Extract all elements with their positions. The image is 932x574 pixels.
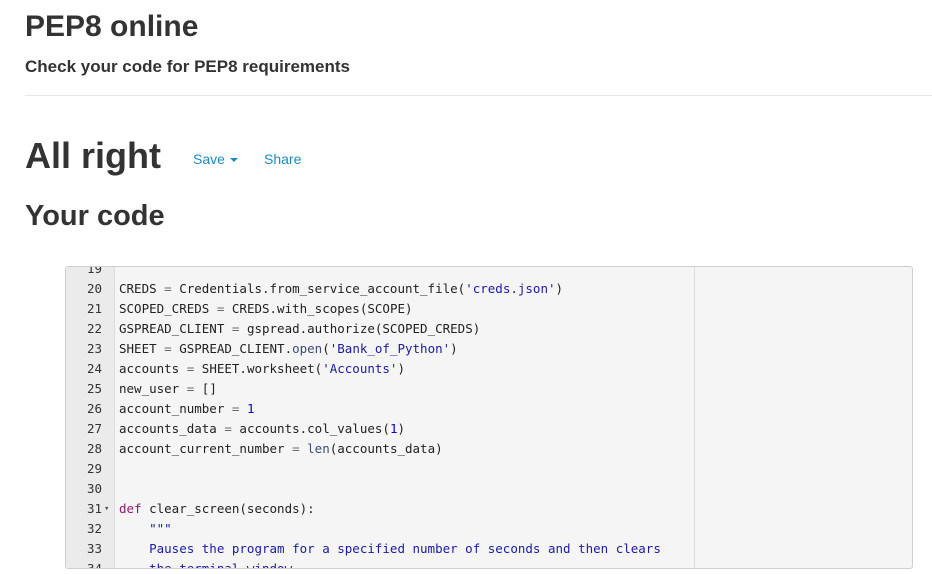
line-number: 21 bbox=[86, 301, 102, 316]
code-line: 26 account_number = 1 bbox=[66, 399, 912, 419]
code-line: 24 accounts = SHEET.worksheet('Accounts') bbox=[66, 359, 912, 379]
line-number: 20 bbox=[86, 281, 102, 296]
line-number: 26 bbox=[86, 401, 102, 416]
code-text: CREDS = Credentials.from_service_account… bbox=[119, 281, 564, 296]
code-line: 32 """ bbox=[66, 519, 912, 539]
code-line: 34 the terminal window. bbox=[66, 559, 912, 569]
header-divider bbox=[25, 95, 932, 96]
code-line: 25 new_user = [] bbox=[66, 379, 912, 399]
code-lines: 19 20 CREDS = Credentials.from_service_acc… bbox=[66, 266, 912, 569]
line-number: 19 bbox=[86, 266, 102, 276]
code-text: Pauses the program for a specified numbe… bbox=[119, 541, 661, 556]
code-heading: Your code bbox=[25, 200, 165, 232]
code-line: 30 bbox=[66, 479, 912, 499]
save-dropdown-button[interactable]: Save bbox=[193, 150, 238, 168]
code-text: """ bbox=[119, 521, 172, 536]
result-heading: All right bbox=[25, 135, 161, 176]
line-number: 34 bbox=[86, 561, 102, 569]
code-text: SHEET = GSPREAD_CLIENT.open('Bank_of_Pyt… bbox=[119, 341, 458, 356]
code-line: 29 bbox=[66, 459, 912, 479]
code-line: 28 account_current_number = len(accounts_… bbox=[66, 439, 912, 459]
fold-arrow-icon[interactable]: ▾ bbox=[104, 499, 109, 519]
code-line: 20 CREDS = Credentials.from_service_accou… bbox=[66, 279, 912, 299]
line-number: 29 bbox=[86, 461, 102, 476]
code-text: account_current_number = len(accounts_da… bbox=[119, 441, 443, 456]
code-text: the terminal window. bbox=[119, 561, 300, 569]
line-number: 24 bbox=[86, 361, 102, 376]
code-text: SCOPED_CREDS = CREDS.with_scopes(SCOPE) bbox=[119, 301, 413, 316]
line-number: 32 bbox=[86, 521, 102, 536]
line-number: 33 bbox=[86, 541, 102, 556]
code-line: 19 bbox=[66, 266, 912, 279]
caret-down-icon bbox=[229, 158, 238, 163]
code-text: account_number = 1 bbox=[119, 401, 255, 416]
line-number: 30 bbox=[86, 481, 102, 496]
share-button[interactable]: Share bbox=[264, 150, 301, 168]
line-number: 22 bbox=[86, 321, 102, 336]
code-editor[interactable]: 19 20 CREDS = Credentials.from_service_acc… bbox=[65, 266, 913, 569]
line-number: 27 bbox=[86, 421, 102, 436]
code-line: 21 SCOPED_CREDS = CREDS.with_scopes(SCOPE… bbox=[66, 299, 912, 319]
code-line: 23 SHEET = GSPREAD_CLIENT.open('Bank_of_P… bbox=[66, 339, 912, 359]
code-text: def clear_screen(seconds): bbox=[119, 501, 315, 516]
save-button-label: Save bbox=[193, 151, 225, 167]
code-line: 27 accounts_data = accounts.col_values(1) bbox=[66, 419, 912, 439]
site-subtitle: Check your code for PEP8 requirements bbox=[25, 57, 350, 76]
code-line: 22 GSPREAD_CLIENT = gspread.authorize(SCO… bbox=[66, 319, 912, 339]
line-number: 28 bbox=[86, 441, 102, 456]
line-number: 25 bbox=[86, 381, 102, 396]
code-line: 33 Pauses the program for a specified nu… bbox=[66, 539, 912, 559]
code-text: accounts = SHEET.worksheet('Accounts') bbox=[119, 361, 405, 376]
site-title: PEP8 online bbox=[25, 10, 199, 43]
code-text: new_user = [] bbox=[119, 381, 217, 396]
line-number: 23 bbox=[86, 341, 102, 356]
code-line: 31 ▾ def clear_screen(seconds): bbox=[66, 499, 912, 519]
line-number: 31 bbox=[86, 501, 102, 516]
code-text: accounts_data = accounts.col_values(1) bbox=[119, 421, 405, 436]
code-text: GSPREAD_CLIENT = gspread.authorize(SCOPE… bbox=[119, 321, 481, 336]
